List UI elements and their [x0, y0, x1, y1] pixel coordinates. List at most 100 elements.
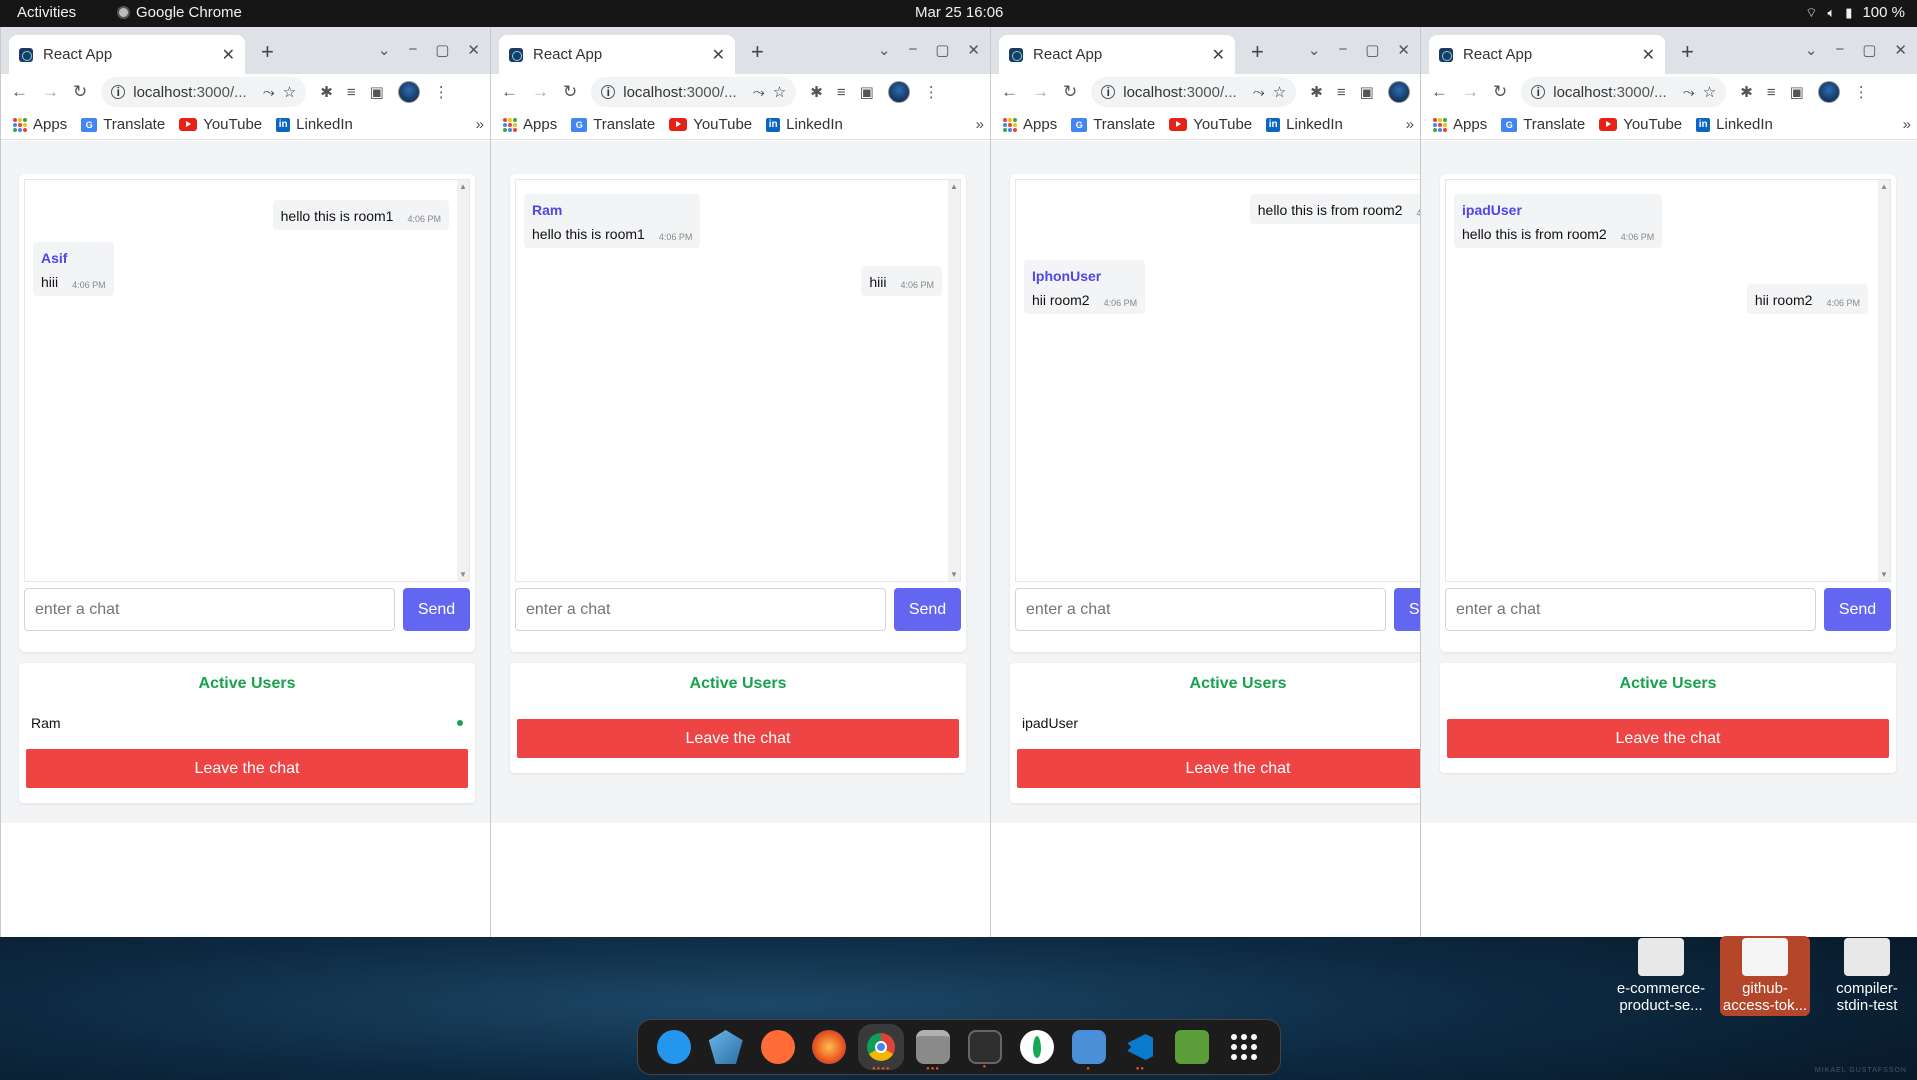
- reload-icon[interactable]: ↻: [1063, 82, 1077, 102]
- scroll-down-icon[interactable]: ▼: [1880, 570, 1888, 579]
- tab-search-icon[interactable]: ⌄: [1308, 41, 1321, 59]
- docker-icon[interactable]: [656, 1030, 691, 1064]
- site-info-icon[interactable]: i: [111, 85, 126, 99]
- chat-messages[interactable]: ▲ ▼ Ram hello this is room1 4:06 PM hiii 4:06 …: [515, 179, 961, 582]
- bookmark-linkedin[interactable]: in LinkedIn: [1266, 116, 1343, 133]
- maximize-icon[interactable]: ▢: [1365, 41, 1379, 59]
- chat-scrollbar[interactable]: ▲ ▼: [948, 180, 960, 581]
- new-tab-icon[interactable]: +: [1681, 39, 1694, 65]
- browser-tab[interactable]: React App ✕: [9, 35, 245, 74]
- close-window-icon[interactable]: ✕: [1397, 41, 1410, 59]
- bookmark-star-icon[interactable]: ☆: [773, 83, 786, 101]
- reading-list-icon[interactable]: ≡: [347, 84, 356, 101]
- chat-input[interactable]: [1445, 588, 1816, 631]
- share-icon[interactable]: ⤳: [263, 84, 275, 101]
- bookmark-translate[interactable]: G Translate: [571, 116, 655, 133]
- bookmark-translate[interactable]: G Translate: [1501, 116, 1585, 133]
- maximize-icon[interactable]: ▢: [435, 41, 449, 59]
- chat-messages[interactable]: ▲ ▼ ipadUser hello this is from room2 4:06 P…: [1445, 179, 1891, 582]
- scroll-down-icon[interactable]: ▼: [950, 570, 958, 579]
- close-window-icon[interactable]: ✕: [967, 41, 980, 59]
- bookmark-youtube[interactable]: YouTube: [1169, 116, 1252, 133]
- activities-button[interactable]: Activities: [17, 4, 76, 21]
- scroll-up-icon[interactable]: ▲: [459, 182, 467, 191]
- scroll-down-icon[interactable]: ▼: [459, 570, 467, 579]
- leave-chat-button[interactable]: Leave the chat: [1017, 749, 1420, 788]
- forward-icon[interactable]: →: [1032, 82, 1049, 102]
- new-tab-icon[interactable]: +: [1251, 39, 1264, 65]
- app-menu[interactable]: Google Chrome: [117, 4, 242, 21]
- share-icon[interactable]: ⤳: [753, 84, 765, 101]
- show-apps-icon[interactable]: [1227, 1030, 1261, 1064]
- mongodb-compass-icon[interactable]: [1019, 1030, 1054, 1064]
- back-icon[interactable]: ←: [11, 82, 28, 102]
- browser-tab[interactable]: React App ✕: [1429, 35, 1665, 74]
- trash-icon[interactable]: [1175, 1030, 1210, 1064]
- bookmark-apps[interactable]: Apps: [503, 116, 557, 133]
- chat-scrollbar[interactable]: ▲ ▼: [1878, 180, 1890, 581]
- postman-icon[interactable]: [760, 1030, 795, 1064]
- vscode-icon[interactable]: ●●: [1123, 1030, 1157, 1072]
- gitkraken-icon[interactable]: [708, 1030, 743, 1064]
- bookmark-linkedin[interactable]: in LinkedIn: [276, 116, 353, 133]
- bookmark-apps[interactable]: Apps: [13, 116, 67, 133]
- more-bookmarks-icon[interactable]: »: [476, 116, 484, 133]
- side-panel-icon[interactable]: ▣: [860, 83, 874, 101]
- scroll-up-icon[interactable]: ▲: [950, 182, 958, 191]
- bookmark-star-icon[interactable]: ☆: [283, 83, 296, 101]
- reading-list-icon[interactable]: ≡: [1337, 84, 1346, 101]
- side-panel-icon[interactable]: ▣: [370, 83, 384, 101]
- address-bar[interactable]: i localhost:3000/... ⤳ ☆: [101, 77, 307, 107]
- leave-chat-button[interactable]: Leave the chat: [1447, 719, 1889, 758]
- new-tab-icon[interactable]: +: [751, 39, 764, 65]
- site-info-icon[interactable]: i: [1101, 85, 1116, 99]
- close-window-icon[interactable]: ✕: [1894, 41, 1907, 59]
- scroll-up-icon[interactable]: ▲: [1880, 182, 1888, 191]
- send-button[interactable]: Send: [1824, 588, 1891, 631]
- maximize-icon[interactable]: ▢: [1862, 41, 1876, 59]
- profile-avatar[interactable]: [887, 81, 910, 103]
- browser-tab[interactable]: React App ✕: [999, 35, 1235, 74]
- bookmark-linkedin[interactable]: in LinkedIn: [766, 116, 843, 133]
- menu-icon[interactable]: ⋮: [1854, 83, 1869, 101]
- tab-search-icon[interactable]: ⌄: [1805, 41, 1818, 59]
- bookmark-apps[interactable]: Apps: [1003, 116, 1057, 133]
- share-icon[interactable]: ⤳: [1683, 84, 1695, 101]
- new-tab-icon[interactable]: +: [261, 39, 274, 65]
- extensions-icon[interactable]: ✱: [320, 83, 333, 101]
- chat-messages[interactable]: ▲ ▼ hello this is room1 4:06 PM Asif hiii 4:06…: [24, 179, 470, 582]
- send-button[interactable]: Send: [894, 588, 961, 631]
- menu-icon[interactable]: ⋮: [924, 83, 939, 101]
- minimize-icon[interactable]: −: [1338, 41, 1347, 59]
- close-tab-icon[interactable]: ✕: [1642, 45, 1655, 65]
- close-tab-icon[interactable]: ✕: [1212, 45, 1225, 65]
- chat-messages[interactable]: ▲▼hello this is from room24:06 PMIphonUs…: [1015, 179, 1420, 582]
- more-bookmarks-icon[interactable]: »: [1903, 116, 1911, 133]
- site-info-icon[interactable]: i: [1531, 85, 1546, 99]
- forward-icon[interactable]: →: [1462, 82, 1479, 102]
- firefox-icon[interactable]: [812, 1030, 847, 1064]
- extensions-icon[interactable]: ✱: [810, 83, 823, 101]
- reading-list-icon[interactable]: ≡: [837, 84, 846, 101]
- side-panel-icon[interactable]: ▣: [1360, 83, 1374, 101]
- text-editor-icon[interactable]: ●: [1071, 1030, 1106, 1072]
- more-bookmarks-icon[interactable]: »: [1406, 116, 1414, 133]
- menu-icon[interactable]: ⋮: [434, 83, 449, 101]
- reload-icon[interactable]: ↻: [73, 82, 87, 102]
- back-icon[interactable]: ←: [1001, 82, 1018, 102]
- reload-icon[interactable]: ↻: [1493, 82, 1507, 102]
- bookmark-youtube[interactable]: YouTube: [179, 116, 262, 133]
- site-info-icon[interactable]: i: [601, 85, 616, 99]
- bookmark-translate[interactable]: G Translate: [1071, 116, 1155, 133]
- clock[interactable]: Mar 25 16:06: [915, 4, 1003, 21]
- share-icon[interactable]: ⤳: [1253, 84, 1265, 101]
- reading-list-icon[interactable]: ≡: [1767, 84, 1776, 101]
- chat-scrollbar[interactable]: ▲ ▼: [457, 180, 469, 581]
- chrome-icon[interactable]: ●●●●: [858, 1024, 905, 1072]
- address-bar[interactable]: i localhost:3000/... ⤳ ☆: [1091, 77, 1297, 107]
- address-bar[interactable]: i localhost:3000/... ⤳ ☆: [1521, 77, 1727, 107]
- chat-input[interactable]: [515, 588, 886, 631]
- address-bar[interactable]: i localhost:3000/... ⤳ ☆: [591, 77, 797, 107]
- chat-input[interactable]: [1015, 588, 1386, 631]
- minimize-icon[interactable]: −: [1835, 41, 1844, 59]
